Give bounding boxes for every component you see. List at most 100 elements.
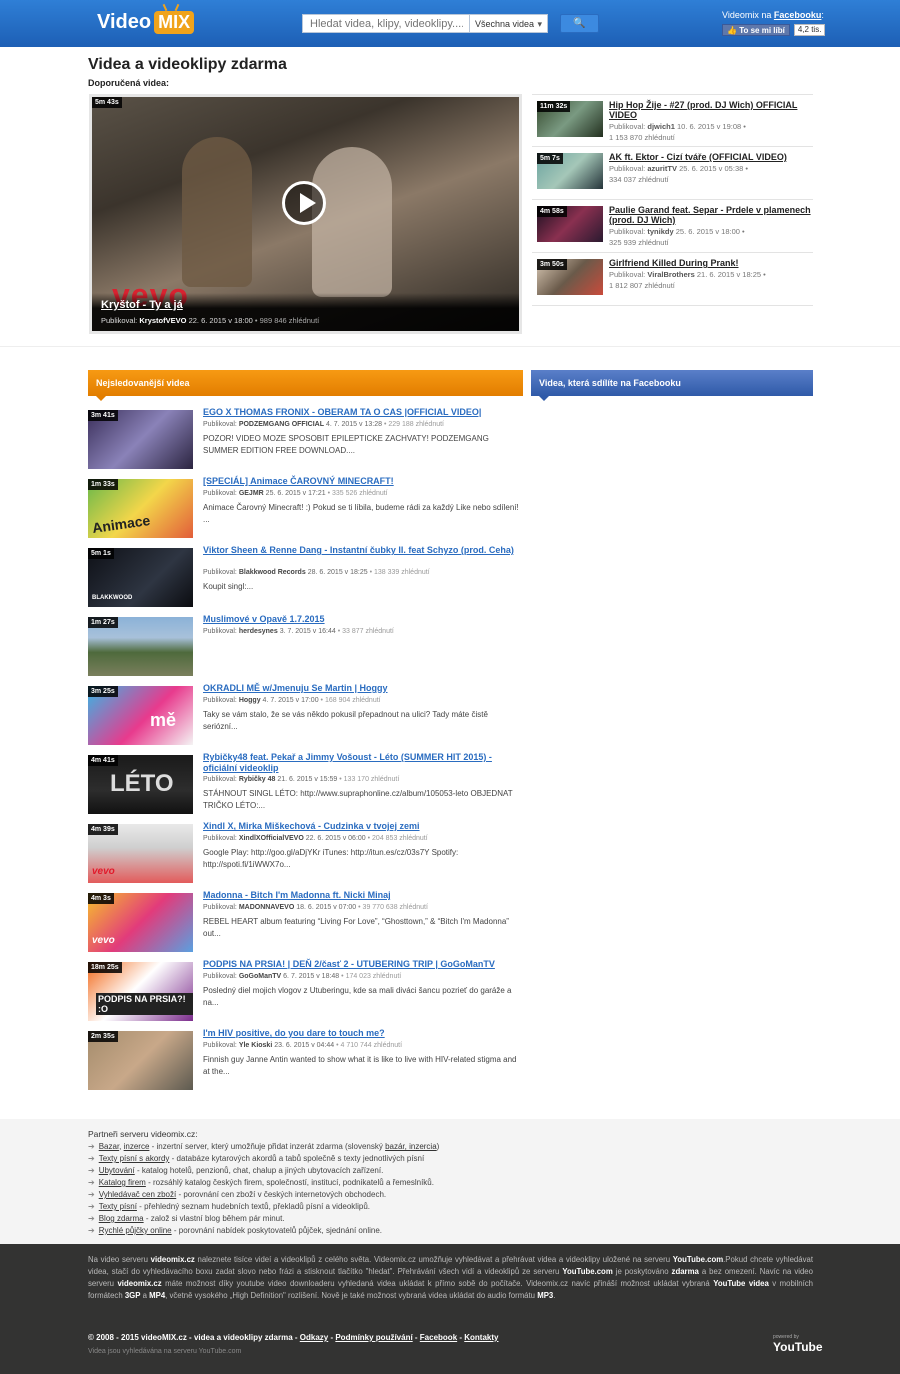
video-meta: Publikoval: XindlXOfficialVEVO 22. 6. 20…	[203, 835, 428, 842]
list-item[interactable]: 3m 25s mě OKRADLI MĚ w/Jmenuju Se Martin …	[88, 683, 523, 752]
list-item[interactable]: 1m 27s Muslimové v Opavě 1.7.2015 Publik…	[88, 614, 523, 683]
video-description: Koupit singl:...	[203, 582, 254, 591]
side-video-thumbnail[interactable]: 11m 32s	[537, 101, 603, 137]
published-label: Publikoval:	[203, 1042, 237, 1049]
video-duration: 1m 27s	[88, 617, 118, 628]
site-logo[interactable]: Video MIX	[97, 11, 195, 34]
thumbnail-text: vevo	[92, 935, 115, 946]
list-item[interactable]: 4m 39s vevo Xindl X, Mirka Miškechová - C…	[88, 821, 523, 890]
video-thumbnail[interactable]: 18m 25s PODPIS NA PRSIA?! :O	[88, 962, 193, 1021]
side-video-title[interactable]: Girlfriend Killed During Prank!	[609, 258, 813, 268]
search-input[interactable]	[302, 14, 470, 33]
video-title-link[interactable]: Rybičky48 feat. Pekař a Jimmy Vošoust - …	[203, 752, 521, 773]
partner-item: ➔ Rychlé půjčky online - porovnání nabíde…	[88, 1225, 439, 1237]
video-duration: 3m 41s	[88, 410, 118, 421]
video-thumbnail[interactable]: 2m 35s	[88, 1031, 193, 1090]
side-video-title[interactable]: Paulie Garand feat. Separ - Prdele v pla…	[609, 205, 813, 225]
video-views: 335 526 zhlédnutí	[331, 490, 388, 497]
partner-link[interactable]: Texty písní	[99, 1202, 137, 1211]
video-title-link[interactable]: Madonna - Bitch I'm Madonna ft. Nicki Mi…	[203, 890, 521, 901]
partner-desc: - rozsáhlý katalog českých firem, společ…	[145, 1178, 434, 1187]
video-thumbnail[interactable]: 4m 3s vevo	[88, 893, 193, 952]
footer-link-contact[interactable]: Kontakty	[464, 1333, 498, 1342]
featured-video[interactable]: vevo 5m 43s Kryštof - Ty a já Publikoval…	[89, 94, 522, 334]
side-video-date: 25. 6. 2015 v 18:00	[675, 227, 740, 236]
partner-link[interactable]: inzerce	[124, 1142, 150, 1151]
partner-link[interactable]: Ubytování	[99, 1166, 135, 1175]
video-author: herdesynes	[238, 628, 278, 635]
side-video-date: 25. 6. 2015 v 05:38	[679, 164, 744, 173]
video-description: Google Play: http://goo.gl/aDjYKr iTunes…	[203, 848, 459, 869]
header: Video MIX Všechna videa ▾ 🔍 Videomix na …	[0, 0, 900, 47]
side-video-thumbnail[interactable]: 3m 50s	[537, 259, 603, 295]
side-video-thumbnail[interactable]: 5m 7s	[537, 153, 603, 189]
partner-desc: )	[436, 1142, 440, 1151]
video-title-link[interactable]: Xindl X, Mirka Miškechová - Cudzinka v t…	[203, 821, 521, 832]
video-duration: 3m 50s	[537, 259, 567, 270]
list-item[interactable]: 2m 35s I'm HIV positive, do you dare to …	[88, 1028, 523, 1097]
side-video-title[interactable]: AK ft. Ektor - Cizí tváře (OFFICIAL VIDE…	[609, 152, 813, 162]
facebook-link[interactable]: Facebooku	[774, 10, 822, 20]
list-item[interactable]: 18m 25s PODPIS NA PRSIA?! :O PODPIS NA PR…	[88, 959, 523, 1028]
video-thumbnail[interactable]: 1m 27s	[88, 617, 193, 676]
partner-link[interactable]: Vyhledávač cen zboží	[99, 1190, 177, 1199]
featured-date: 22. 6. 2015 v 18:00	[188, 316, 253, 325]
play-icon[interactable]	[282, 181, 326, 225]
video-views: 39 770 638 zhlédnutí	[362, 904, 428, 911]
side-video-views: 334 037 zhlédnutí	[609, 175, 669, 184]
side-video-item[interactable]: 5m 7s AK ft. Ektor - Cizí tváře (OFFICIA…	[532, 147, 813, 200]
video-title-link[interactable]: EGO X THOMAS FRONIX - OBERAM TA O CAS |O…	[203, 407, 521, 418]
facebook-colon: :	[821, 10, 824, 20]
partner-link[interactable]: Rychlé půjčky online	[99, 1226, 172, 1235]
partner-item: ➔ Vyhledávač cen zboží - porovnání cen zb…	[88, 1189, 439, 1201]
video-views: 133 170 zhlédnutí	[343, 776, 400, 783]
list-item[interactable]: 5m 1s BLAKKWOOD Viktor Sheen & Renne Dang…	[88, 545, 523, 614]
video-thumbnail[interactable]: 3m 25s mě	[88, 686, 193, 745]
footer-link-facebook[interactable]: Facebook	[420, 1333, 457, 1342]
category-select[interactable]: Všechna videa ▾	[469, 14, 548, 33]
video-views: 168 904 zhlédnutí	[324, 697, 381, 704]
partner-link[interactable]: Katalog firem	[99, 1178, 146, 1187]
video-thumbnail[interactable]: 5m 1s BLAKKWOOD	[88, 548, 193, 607]
video-thumbnail[interactable]: 4m 41s LÉTO	[88, 755, 193, 814]
video-thumbnail[interactable]: 4m 39s vevo	[88, 824, 193, 883]
search-button[interactable]: 🔍	[560, 14, 599, 33]
featured-title-link[interactable]: Kryštof - Ty a já	[101, 299, 183, 311]
partner-item: ➔ Texty písní - přehledný seznam hudebníc…	[88, 1201, 439, 1213]
youtube-logo[interactable]: powered by YouTube	[773, 1334, 823, 1354]
video-title-link[interactable]: [SPECIÁL] Animace ČAROVNÝ MINECRAFT!	[203, 476, 521, 487]
arrow-icon: ➔	[88, 1178, 95, 1187]
list-item[interactable]: 4m 41s LÉTO Rybičky48 feat. Pekař a Jimmy…	[88, 752, 523, 821]
video-title-link[interactable]: PODPIS NA PRSIA! | DEŇ 2/časť 2 - UTUBER…	[203, 959, 521, 970]
published-label: Publikoval:	[203, 835, 237, 842]
footer-link-odkazy[interactable]: Odkazy	[300, 1333, 328, 1342]
side-video-meta: Publikoval: azuritTV 25. 6. 2015 v 05:38…	[609, 164, 748, 184]
video-title-link[interactable]: Viktor Sheen & Renne Dang - Instantní ču…	[203, 545, 521, 556]
list-item[interactable]: 4m 3s vevo Madonna - Bitch I'm Madonna ft…	[88, 890, 523, 959]
footer-link-terms[interactable]: Podmínky používání	[335, 1333, 412, 1342]
side-video-item[interactable]: 3m 50s Girlfriend Killed During Prank! P…	[532, 253, 813, 306]
partner-link[interactable]: Texty písní s akordy	[99, 1154, 170, 1163]
partner-link[interactable]: bazár, inzercia	[385, 1142, 437, 1151]
side-video-item[interactable]: 4m 58s Paulie Garand feat. Separ - Prdel…	[532, 200, 813, 253]
video-thumbnail[interactable]: 1m 33s Animace	[88, 479, 193, 538]
video-title-link[interactable]: OKRADLI MĚ w/Jmenuju Se Martin | Hoggy	[203, 683, 521, 694]
list-item[interactable]: 1m 33s Animace [SPECIÁL] Animace ČAROVNÝ …	[88, 476, 523, 545]
video-title-link[interactable]: Muslimové v Opavě 1.7.2015	[203, 614, 521, 625]
video-thumbnail[interactable]: 3m 41s	[88, 410, 193, 469]
video-description: Finnish guy Janne Antin wanted to show w…	[203, 1055, 517, 1076]
side-video-title[interactable]: Hip Hop Žije - #27 (prod. DJ Wich) OFFIC…	[609, 100, 813, 120]
facebook-like-button[interactable]: 👍 To se mi líbí	[722, 24, 790, 36]
partner-link[interactable]: Blog zdarma	[99, 1214, 144, 1223]
side-video-thumbnail[interactable]: 4m 58s	[537, 206, 603, 242]
thumbnail-text: mě	[150, 710, 177, 730]
thumbnail-text: LÉTO	[110, 770, 174, 797]
side-video-item[interactable]: 11m 32s Hip Hop Žije - #27 (prod. DJ Wic…	[532, 94, 813, 147]
arrow-icon: ➔	[88, 1166, 95, 1175]
copyright-text: © 2008 - 2015 videoMIX.cz - videa a vide…	[88, 1333, 300, 1342]
video-title-link[interactable]: I'm HIV positive, do you dare to touch m…	[203, 1028, 521, 1039]
list-item[interactable]: 3m 41s EGO X THOMAS FRONIX - OBERAM TA O…	[88, 407, 523, 476]
thumbnail-text: BLAKKWOOD	[92, 595, 133, 601]
partner-link[interactable]: Bazar	[99, 1142, 119, 1151]
video-views: 33 877 zhlédnutí	[342, 628, 394, 635]
